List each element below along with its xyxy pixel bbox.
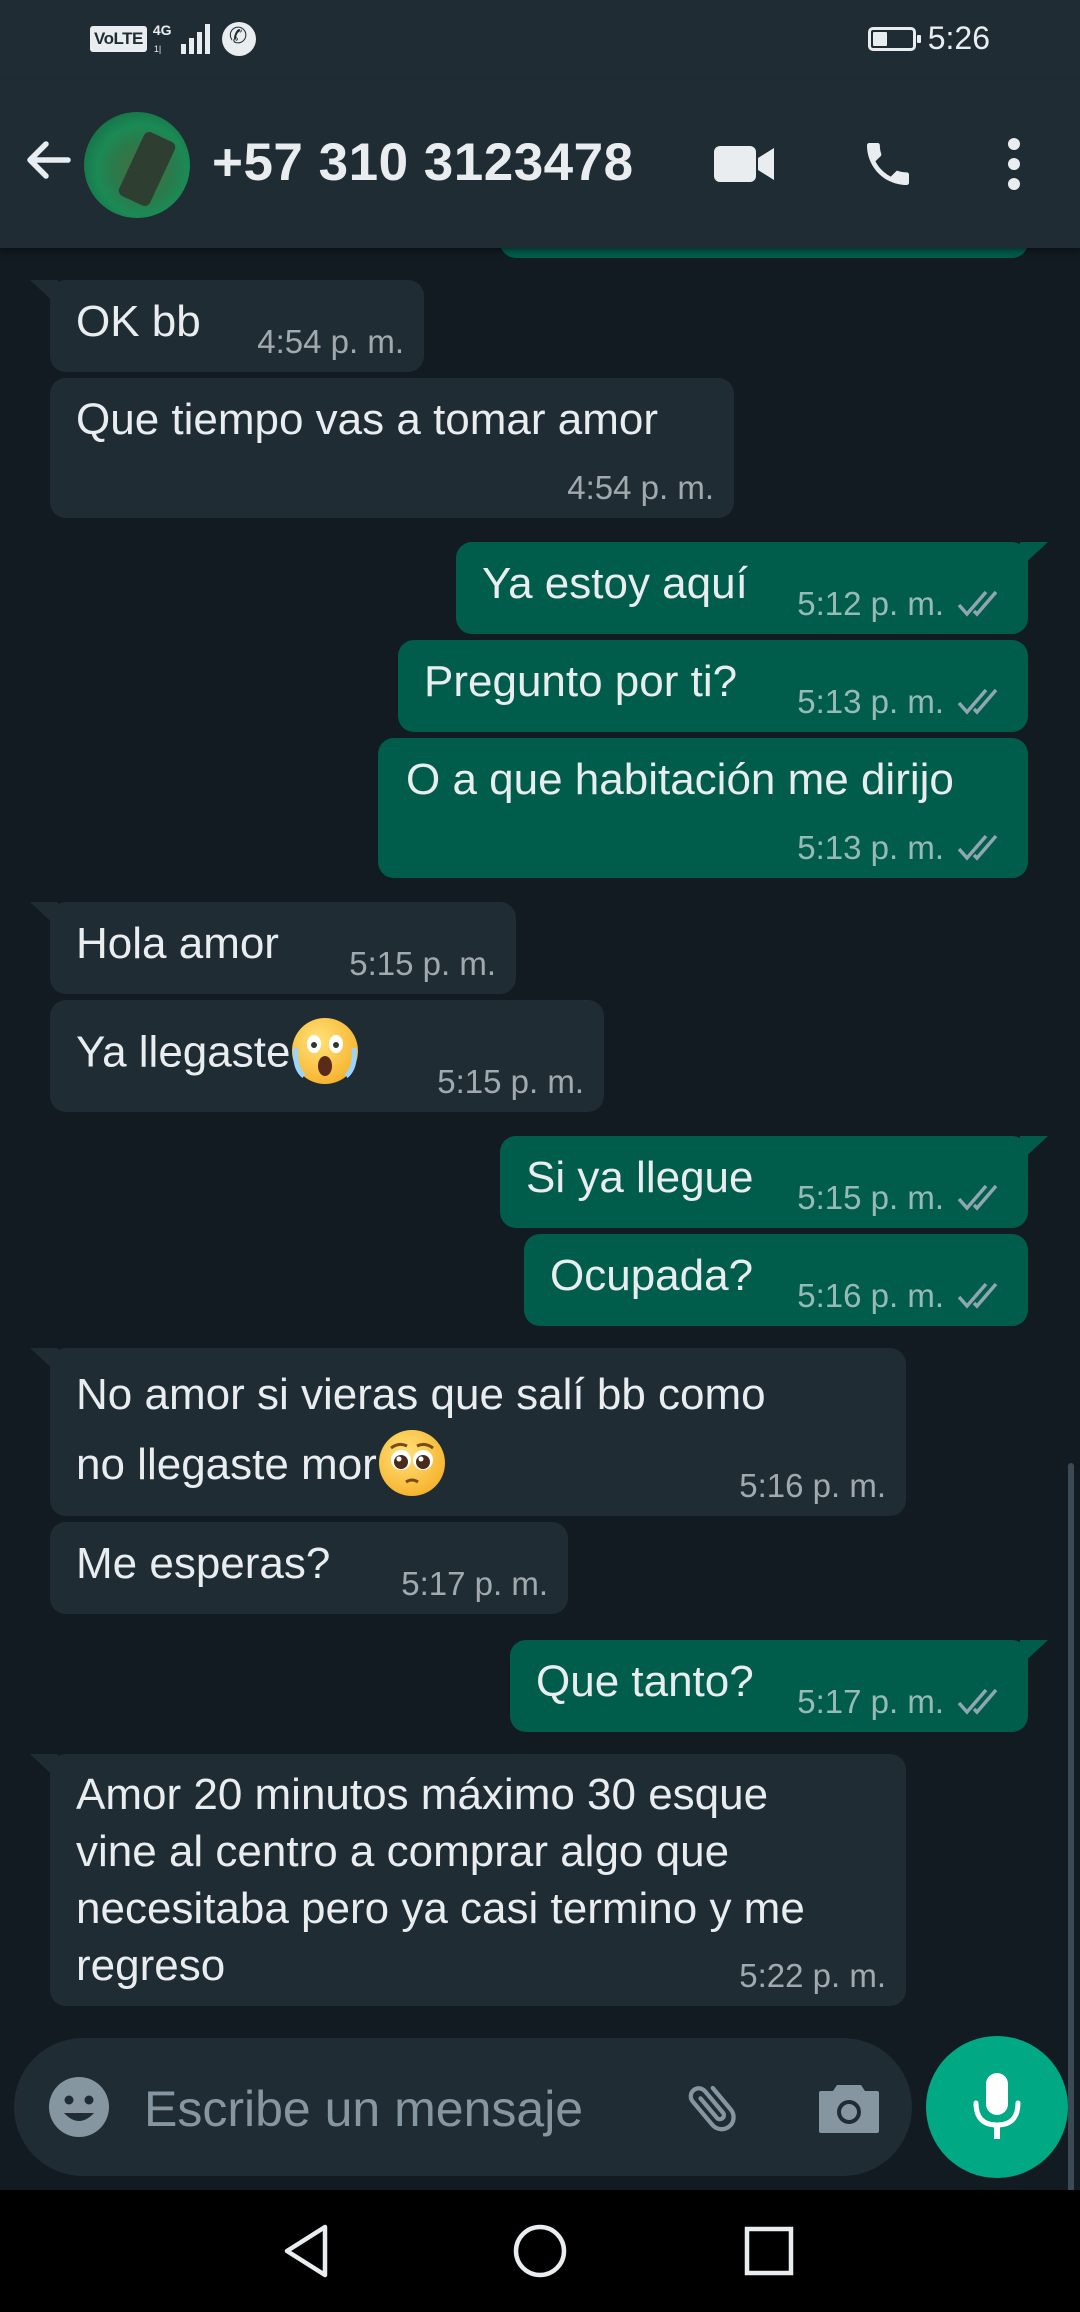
message-input[interactable]: Escribe un mensaje: [144, 2080, 583, 2138]
message-bubble-in[interactable]: Hola amor 5:15 p. m.: [30, 902, 516, 994]
message-bubble-out[interactable]: Pregunto por ti? 5:13 p. m.: [398, 640, 1028, 732]
message-bubble-in[interactable]: Ya llegaste 5:15 p. m.: [50, 1000, 604, 1112]
whatsapp-call-icon: [221, 22, 256, 56]
read-ticks-icon: [957, 834, 998, 861]
read-ticks-icon: [957, 688, 998, 715]
read-ticks-icon: [957, 1184, 998, 1211]
status-clock: 5:26: [927, 20, 990, 56]
voice-call-icon[interactable]: [852, 128, 924, 200]
battery-icon: [867, 26, 921, 51]
message-time: 4:54 p. m.: [257, 323, 404, 360]
message-bubble-in[interactable]: No amor si vieras que salí bb como no ll…: [30, 1348, 906, 1516]
message-time: 5:12 p. m.: [797, 585, 944, 622]
message-time: 5:15 p. m.: [797, 1179, 944, 1216]
chat-scrollbar[interactable]: [1068, 1463, 1074, 2273]
attach-icon[interactable]: [678, 2072, 748, 2142]
message-bubble-in[interactable]: OK bb 4:54 p. m.: [30, 280, 424, 372]
message-bubble-out[interactable]: O a que habitación me dirijo 5:13 p. m.: [378, 738, 1028, 878]
contact-name[interactable]: +57 310 3123478: [212, 132, 634, 193]
message-time: 5:13 p. m.: [797, 683, 944, 720]
back-arrow-icon[interactable]: [20, 132, 76, 188]
message-time: 5:15 p. m.: [349, 945, 496, 982]
message-time: 5:16 p. m.: [739, 1467, 886, 1504]
message-time: 5:16 p. m.: [797, 1277, 944, 1314]
message-input-bar[interactable]: Escribe un mensaje: [14, 2038, 912, 2176]
system-nav-bar: [0, 2190, 1080, 2312]
network-type: 4G 1|: [152, 22, 172, 54]
message-time: 5:22 p. m.: [739, 1957, 886, 1994]
mic-icon: [973, 2073, 1021, 2139]
signal-icon: [180, 24, 210, 54]
emoji-icon[interactable]: [44, 2072, 114, 2142]
mic-button[interactable]: [926, 2036, 1068, 2178]
read-ticks-icon: [957, 1282, 998, 1309]
avatar[interactable]: [84, 112, 190, 218]
nav-back-icon[interactable]: [272, 2216, 342, 2286]
message-time: 5:13 p. m.: [797, 829, 944, 866]
screaming-face-emoji: [292, 1018, 359, 1084]
message-bubble-out[interactable]: Ya estoy aquí 5:12 p. m.: [456, 542, 1048, 634]
message-bubble-in[interactable]: Amor 20 minutos máximo 30 esque vine al …: [30, 1754, 906, 2006]
volte-indicator: VoLTE: [90, 26, 147, 52]
read-ticks-icon: [957, 590, 998, 617]
message-time: 5:17 p. m.: [401, 1565, 548, 1602]
nav-recents-icon[interactable]: [734, 2216, 804, 2286]
message-bubble-in[interactable]: Que tiempo vas a tomar amor 4:54 p. m.: [50, 378, 734, 518]
video-call-icon[interactable]: [708, 128, 780, 200]
nav-home-icon[interactable]: [505, 2216, 575, 2286]
status-left: VoLTE 4G 1|: [90, 22, 256, 56]
chat-header: +57 310 3123478: [0, 80, 1080, 248]
pleading-face-emoji: [378, 1430, 445, 1497]
message-bubble-out[interactable]: Si ya llegue 5:15 p. m.: [500, 1136, 1048, 1228]
more-vert-icon[interactable]: [978, 128, 1050, 200]
status-bar: VoLTE 4G 1| 5:26: [0, 0, 1080, 80]
message-time: 4:54 p. m.: [567, 469, 714, 506]
message-bubble-out[interactable]: Que tanto? 5:17 p. m.: [510, 1640, 1048, 1732]
message-time: 5:15 p. m.: [437, 1063, 584, 1100]
message-bubble-in[interactable]: Me esperas? 5:17 p. m.: [50, 1522, 568, 1614]
message-bubble-out[interactable]: Ocupada? 5:16 p. m.: [524, 1234, 1028, 1326]
camera-icon[interactable]: [814, 2072, 884, 2142]
message-time: 5:17 p. m.: [797, 1683, 944, 1720]
status-right: 5:26: [867, 20, 990, 57]
chat-area[interactable]: OK bb 4:54 p. m. Que tiempo vas a tomar …: [0, 208, 1080, 2273]
read-ticks-icon: [957, 1688, 998, 1715]
